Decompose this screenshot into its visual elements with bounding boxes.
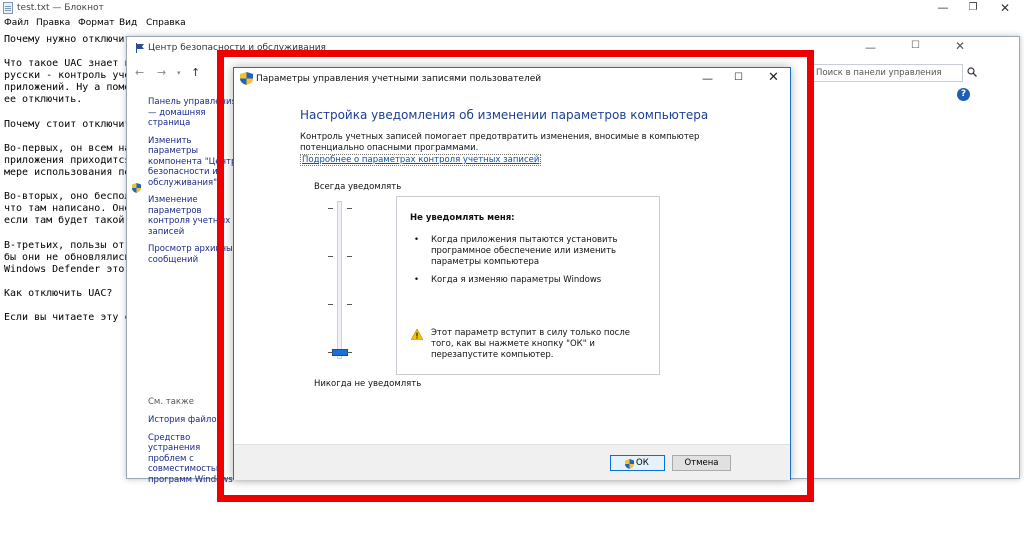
- security-center-sidebar: Панель управления — домашняя страница Из…: [148, 97, 238, 272]
- uac-heading: Настройка уведомления об изменении парам…: [300, 108, 709, 122]
- sidebar-link-uac-settings[interactable]: Изменение параметров контроля учетных за…: [148, 195, 238, 237]
- cancel-button[interactable]: Отмена: [672, 455, 731, 471]
- warning-text: Этот параметр вступит в силу только посл…: [431, 328, 630, 360]
- up-arrow-icon[interactable]: ↑: [191, 66, 200, 79]
- slider-tick: [328, 208, 333, 209]
- notepad-icon: [3, 2, 13, 14]
- slider-thumb[interactable]: [332, 349, 348, 356]
- search-icon[interactable]: [967, 67, 977, 77]
- maximize-icon[interactable]: ☐: [911, 40, 920, 51]
- notepad-menubar: Файл Правка Формат Вид Справка: [0, 17, 1024, 32]
- security-center-titlebar: Центр безопасности и обслуживания — ☐ ✕: [127, 37, 1019, 59]
- slider-tick: [347, 208, 352, 209]
- minimize-icon[interactable]: —: [702, 72, 713, 85]
- notepad-titlebar: test.txt — Блокнот — ❐ ✕: [0, 0, 1024, 17]
- shield-icon: [132, 183, 141, 193]
- info-bullet: Когда я изменяю параметры Windows: [414, 275, 636, 286]
- see-also-link-file-history[interactable]: История файлов: [148, 415, 238, 426]
- close-icon[interactable]: ✕: [990, 0, 1020, 17]
- help-icon[interactable]: ?: [957, 88, 970, 101]
- sidebar-link-change-settings[interactable]: Изменить параметры компонента "Центр без…: [148, 136, 238, 189]
- dialog-footer: ОК Отмена: [234, 444, 790, 480]
- chevron-down-icon[interactable]: ▾: [177, 69, 181, 77]
- slider-tick: [347, 352, 352, 353]
- maximize-icon[interactable]: ☐: [734, 72, 743, 83]
- slider-track[interactable]: [337, 201, 342, 359]
- uac-description: Контроль учетных записей помогает предот…: [300, 132, 700, 153]
- warning-icon: [411, 329, 423, 340]
- search-input[interactable]: Поиск в панели управления: [811, 64, 963, 82]
- info-title: Не уведомлять меня:: [410, 213, 515, 223]
- uac-titlebar: Параметры управления учетными записями п…: [234, 68, 790, 90]
- security-center-title: Центр безопасности и обслуживания: [148, 43, 326, 53]
- flag-icon: [136, 43, 144, 53]
- uac-settings-dialog: Параметры управления учетными записями п…: [233, 67, 791, 480]
- back-arrow-icon[interactable]: ←: [135, 66, 144, 79]
- uac-shield-icon: [240, 72, 253, 85]
- slider-tick: [347, 304, 352, 305]
- close-icon[interactable]: ✕: [955, 39, 965, 53]
- sidebar-link-archived-messages[interactable]: Просмотр архивных сообщений: [148, 244, 238, 265]
- slider-tick: [328, 352, 333, 353]
- menu-edit[interactable]: Правка: [36, 18, 70, 28]
- ok-button[interactable]: ОК: [610, 455, 665, 471]
- slider-label-always: Всегда уведомлять: [314, 182, 402, 192]
- minimize-icon[interactable]: —: [928, 0, 958, 17]
- uac-shield-icon: [625, 459, 634, 469]
- see-also-link-compatibility[interactable]: Средство устранения проблем с совместимо…: [148, 433, 238, 486]
- sidebar-link-home[interactable]: Панель управления — домашняя страница: [148, 97, 238, 129]
- slider-tick: [328, 256, 333, 257]
- info-bullet: Когда приложения пытаются установить про…: [414, 235, 636, 267]
- uac-learn-more-link[interactable]: Подробнее о параметрах контроля учетных …: [300, 154, 542, 166]
- menu-file[interactable]: Файл: [4, 18, 29, 28]
- ok-button-label: ОК: [636, 458, 649, 468]
- see-also-links: История файлов Средство устранения пробл…: [148, 415, 238, 492]
- restore-icon[interactable]: ❐: [958, 0, 988, 17]
- slider-tick: [328, 304, 333, 305]
- uac-dialog-title: Параметры управления учетными записями п…: [256, 74, 542, 84]
- menu-format[interactable]: Формат: [78, 18, 115, 28]
- uac-level-slider[interactable]: [322, 201, 358, 371]
- uac-level-description-box: Не уведомлять меня: Когда приложения пыт…: [396, 196, 660, 375]
- minimize-icon[interactable]: —: [865, 41, 876, 54]
- forward-arrow-icon[interactable]: →: [157, 66, 166, 79]
- notepad-title: test.txt — Блокнот: [17, 3, 104, 13]
- see-also-heading: См. также: [148, 397, 194, 407]
- menu-view[interactable]: Вид: [119, 18, 137, 28]
- close-icon[interactable]: ✕: [768, 70, 779, 85]
- menu-help[interactable]: Справка: [146, 18, 186, 28]
- slider-label-never: Никогда не уведомлять: [314, 379, 422, 389]
- slider-tick: [347, 256, 352, 257]
